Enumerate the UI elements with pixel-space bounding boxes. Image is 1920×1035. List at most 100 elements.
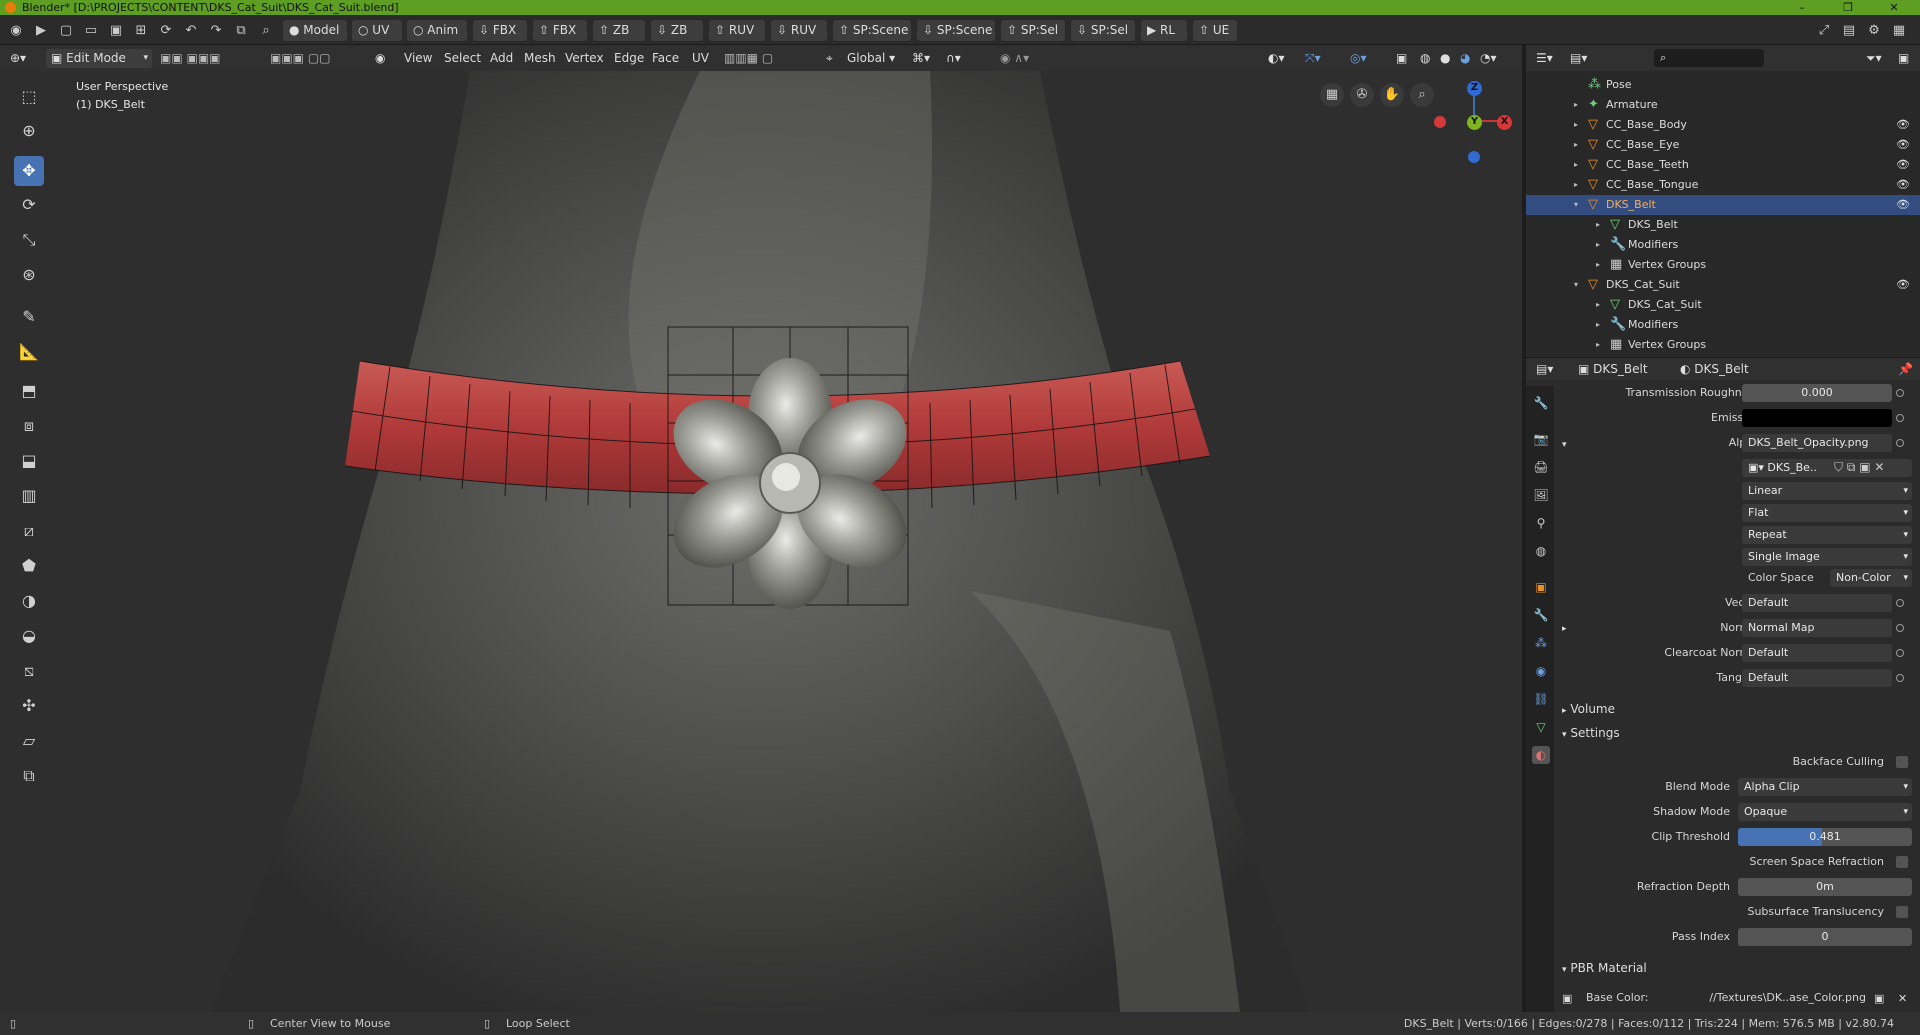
outliner-item[interactable]: ▾ ▽ DKS_Belt 👁 — [1526, 195, 1920, 215]
select-mode-icons[interactable]: ▣▣▣ ▢▢ — [270, 49, 331, 68]
menu-edge[interactable]: Edge — [614, 49, 644, 68]
select-box-icon[interactable]: ⬚ — [14, 82, 44, 112]
rotate-icon[interactable]: ⟳ — [14, 190, 44, 220]
clearcoat-normal-socket[interactable] — [1896, 649, 1904, 657]
alpha-expand-icon[interactable]: ▾ — [1562, 436, 1567, 455]
shading-rendered-icon[interactable]: ◔▾ — [1480, 49, 1497, 68]
collapse-arrow-icon[interactable]: ▾ — [1574, 275, 1578, 295]
gizmo-y-axis[interactable]: Y — [1467, 115, 1482, 130]
transform-icon[interactable]: ⊛ — [14, 260, 44, 290]
object-tab-icon[interactable]: ▣ — [1532, 578, 1550, 596]
pass-index-field[interactable]: 0 — [1738, 928, 1912, 946]
shadow-mode-dropdown[interactable]: Opaque ▾ — [1738, 803, 1912, 821]
extension-dropdown[interactable]: Repeat ▾ — [1742, 526, 1912, 544]
expand-arrow-icon[interactable]: ▸ — [1596, 295, 1600, 315]
export-fbx-button[interactable]: ⇧ FBX — [533, 20, 587, 41]
save-file-icon[interactable]: ▣ — [105, 20, 127, 41]
image-datablock[interactable]: ▣▾ DKS_Be.. — [1742, 459, 1912, 477]
ssr-checkbox[interactable] — [1896, 856, 1908, 868]
outliner-editor-icon[interactable]: ☰▾ — [1536, 49, 1553, 68]
constraints-tab-icon[interactable]: ⛓ — [1532, 690, 1550, 708]
menu-view[interactable]: View — [404, 49, 432, 68]
expand-arrow-icon[interactable]: ▸ — [1596, 335, 1600, 355]
expand-arrow-icon[interactable]: ▸ — [1596, 255, 1600, 275]
visibility-eye-icon[interactable]: 👁 — [1896, 155, 1910, 175]
grid-icon[interactable]: ⊞ — [130, 20, 152, 41]
copy-icon[interactable]: ⧉ — [230, 20, 252, 41]
minimize-button[interactable]: – — [1784, 0, 1820, 15]
outliner-item[interactable]: ▸ ▦ Vertex Groups — [1526, 255, 1920, 275]
vector-socket[interactable] — [1896, 599, 1904, 607]
smooth-icon[interactable]: ◒ — [14, 621, 44, 651]
normal-expand-icon[interactable]: ▸ — [1562, 620, 1567, 639]
ortho-toggle-icon[interactable]: ▦ — [1320, 83, 1344, 107]
import-sp-sel-button[interactable]: ⇩ SP:Sel — [1071, 20, 1135, 41]
world-tab-icon[interactable]: ◍ — [1532, 542, 1550, 560]
snap-icon[interactable]: ⌘▾ — [912, 49, 930, 68]
menu-add[interactable]: Add — [490, 49, 513, 68]
poly-build-icon[interactable]: ⬟ — [14, 551, 44, 581]
visibility-eye-icon[interactable]: ◉ — [375, 49, 385, 68]
alpha-socket[interactable] — [1896, 439, 1904, 447]
output-tab-icon[interactable]: 🖨 — [1532, 458, 1550, 476]
clearcoat-normal-field[interactable]: Default — [1742, 644, 1892, 662]
outliner-item[interactable]: ▸ ✦ Armature — [1526, 95, 1920, 115]
import-sp-scene-button[interactable]: ⇩ SP:Scene — [917, 20, 995, 41]
render-tab-icon[interactable]: 📷 — [1532, 430, 1550, 448]
proportional-edit-icon[interactable]: ◉ ∧▾ — [1000, 49, 1029, 68]
gizmo-neg-x-dot[interactable] — [1434, 116, 1446, 128]
color-space-dropdown[interactable]: Non-Color ▾ — [1830, 569, 1912, 587]
backface-culling-checkbox[interactable] — [1896, 756, 1908, 768]
shading-material-icon[interactable]: ◕ — [1460, 49, 1470, 68]
gizmo-x-axis[interactable]: X — [1497, 115, 1512, 130]
outliner-item[interactable]: ⁂ Pose — [1526, 75, 1920, 95]
tool-tab-icon[interactable]: 🔧 — [1532, 394, 1550, 412]
blend-mode-dropdown[interactable]: Alpha Clip ▾ — [1738, 778, 1912, 796]
transform-orientation-dropdown[interactable]: Global ▾ — [847, 49, 895, 68]
undo-icon[interactable]: ↶ — [180, 20, 202, 41]
export-ruv-button[interactable]: ⇧ RUV — [709, 20, 765, 41]
normal-field[interactable]: Normal Map — [1742, 619, 1892, 637]
ue-button[interactable]: ⇧ UE — [1193, 20, 1237, 41]
menu-vertex[interactable]: Vertex — [565, 49, 604, 68]
spin-icon[interactable]: ◑ — [14, 586, 44, 616]
gizmo-toggle-icon[interactable]: ⤧▾ — [1305, 49, 1321, 68]
annotate-icon[interactable]: ✎ — [14, 302, 44, 332]
extrude-icon[interactable]: ⬒ — [14, 376, 44, 406]
editor-type-icon[interactable]: ⊕▾ — [10, 49, 26, 68]
xray-icons[interactable]: ▥▥▦ ▢ — [724, 49, 773, 68]
display-mode-icon[interactable]: ▤▾ — [1570, 49, 1587, 68]
outliner-item[interactable]: ▸ ▽ DKS_Belt — [1526, 215, 1920, 235]
close-window-button[interactable]: ✕ — [1876, 0, 1912, 15]
collapse-arrow-icon[interactable]: ▾ — [1574, 195, 1578, 215]
addon-icon[interactable]: ▦ — [1888, 20, 1910, 41]
transmission-roughness-socket[interactable] — [1896, 389, 1904, 397]
pan-hand-icon[interactable]: ✋ — [1380, 83, 1404, 107]
transmission-roughness-field[interactable]: 0.000 — [1742, 384, 1892, 402]
expand-arrow-icon[interactable]: ▸ — [1596, 235, 1600, 255]
edge-slide-icon[interactable]: ⧅ — [14, 656, 44, 686]
visibility-eye-icon[interactable]: 👁 — [1896, 115, 1910, 135]
visibility-eye-icon[interactable]: 👁 — [1896, 135, 1910, 155]
gizmo-neg-z-dot[interactable] — [1468, 151, 1480, 163]
expand-arrow-icon[interactable]: ▸ — [1574, 115, 1578, 135]
redo-icon[interactable]: ↷ — [205, 20, 227, 41]
menu-face[interactable]: Face — [652, 49, 679, 68]
refresh-icon[interactable]: ⟳ — [155, 20, 177, 41]
expand-arrow-icon[interactable]: ▸ — [1574, 135, 1578, 155]
projection-dropdown[interactable]: Flat ▾ — [1742, 504, 1912, 522]
magnet-icon[interactable]: ∩▾ — [946, 49, 961, 68]
vector-field[interactable]: Default — [1742, 594, 1892, 612]
menu-mesh[interactable]: Mesh — [524, 49, 556, 68]
pivot-icon[interactable]: ⌖ — [826, 49, 833, 68]
selection-mode-icons[interactable]: ▣▣ ▣▣▣ — [160, 49, 256, 68]
import-zb-button[interactable]: ⇩ ZB — [651, 20, 703, 41]
measure-icon[interactable]: 📐 — [14, 337, 44, 367]
knife-icon[interactable]: ⧄ — [14, 516, 44, 546]
outliner-item[interactable]: ▾ ▽ DKS_Cat_Suit 👁 — [1526, 275, 1920, 295]
model-button[interactable]: ● Model — [283, 20, 347, 41]
image-actions-icons[interactable]: ⛉ ⧉ ▣ ✕ — [1834, 458, 1884, 477]
render-play-icon[interactable]: ▶ — [30, 20, 52, 41]
settings-gear-icon[interactable]: ⚙ — [1863, 20, 1885, 41]
3d-viewport[interactable]: User Perspective (1) DKS_Belt ▦ ✇ ✋ ⌕ Z … — [0, 71, 1522, 1012]
